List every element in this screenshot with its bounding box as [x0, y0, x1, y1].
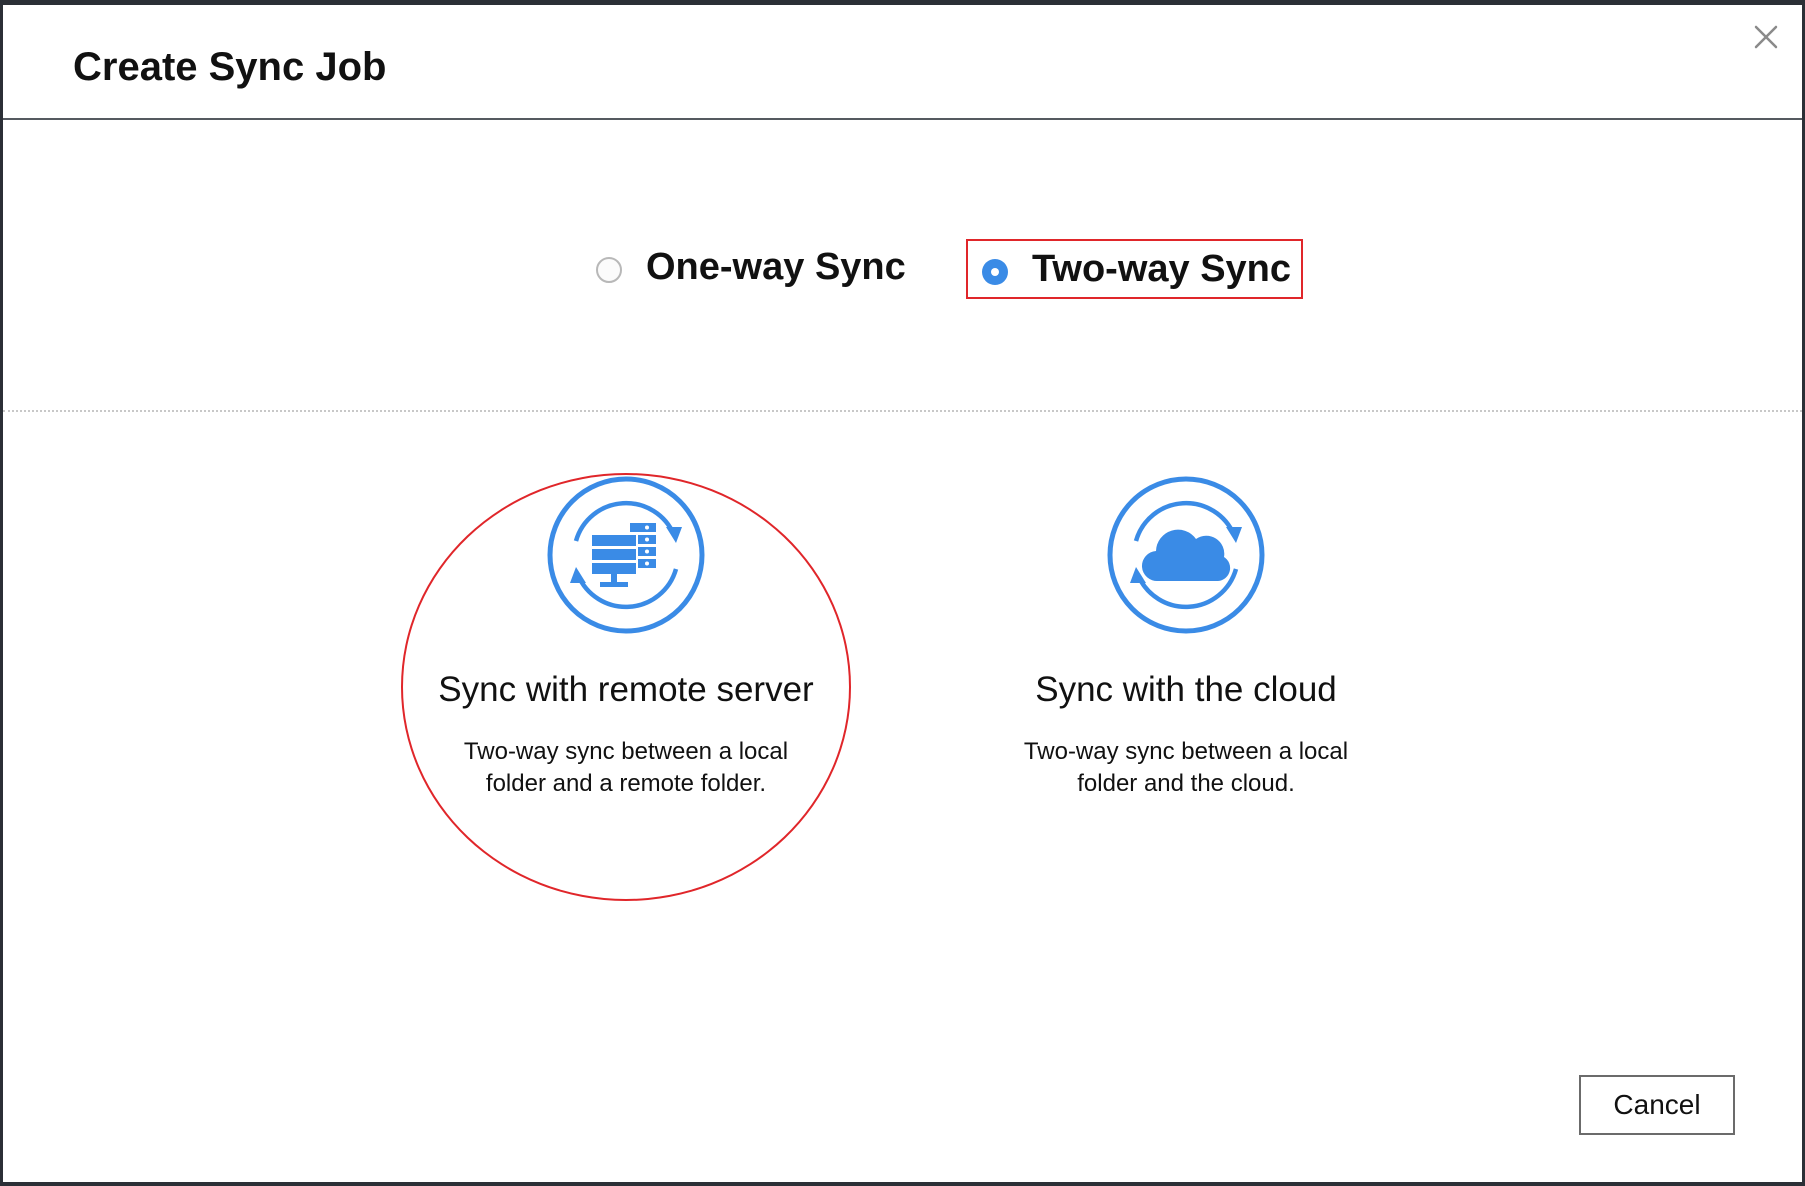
one-way-sync-radio[interactable]: One-way Sync: [596, 235, 906, 299]
one-way-sync-label: One-way Sync: [646, 245, 906, 288]
option-description: Two-way sync between a local folder and …: [1023, 738, 1349, 797]
option-title: Sync with remote server: [438, 670, 814, 709]
close-icon[interactable]: [1746, 17, 1786, 57]
sync-with-cloud-option[interactable]: Sync with the cloud Two-way sync between…: [976, 475, 1396, 800]
dialog-title: Create Sync Job: [73, 45, 387, 89]
radio-checked-icon[interactable]: [982, 259, 1008, 285]
radio-unchecked-icon[interactable]: [596, 257, 622, 283]
cancel-button[interactable]: Cancel: [1579, 1075, 1735, 1135]
option-description: Two-way sync between a local folder and …: [463, 738, 789, 797]
section-divider: [3, 410, 1802, 412]
option-title: Sync with the cloud: [1035, 670, 1337, 709]
two-way-sync-radio[interactable]: Two-way Sync: [966, 239, 1304, 299]
screen: Create Sync Job One-way Sync Two-way Syn…: [0, 0, 1805, 1186]
two-way-sync-label: Two-way Sync: [1032, 247, 1292, 290]
sync-with-remote-server-option[interactable]: Sync with remote server Two-way sync bet…: [416, 475, 836, 800]
cloud-sync-icon: [1107, 476, 1265, 634]
sync-type-radio-group: One-way Sync Two-way Sync: [3, 235, 1802, 305]
dialog-header: Create Sync Job: [3, 5, 1802, 120]
create-sync-job-dialog: Create Sync Job One-way Sync Two-way Syn…: [3, 5, 1802, 1182]
server-sync-icon: [547, 476, 705, 634]
